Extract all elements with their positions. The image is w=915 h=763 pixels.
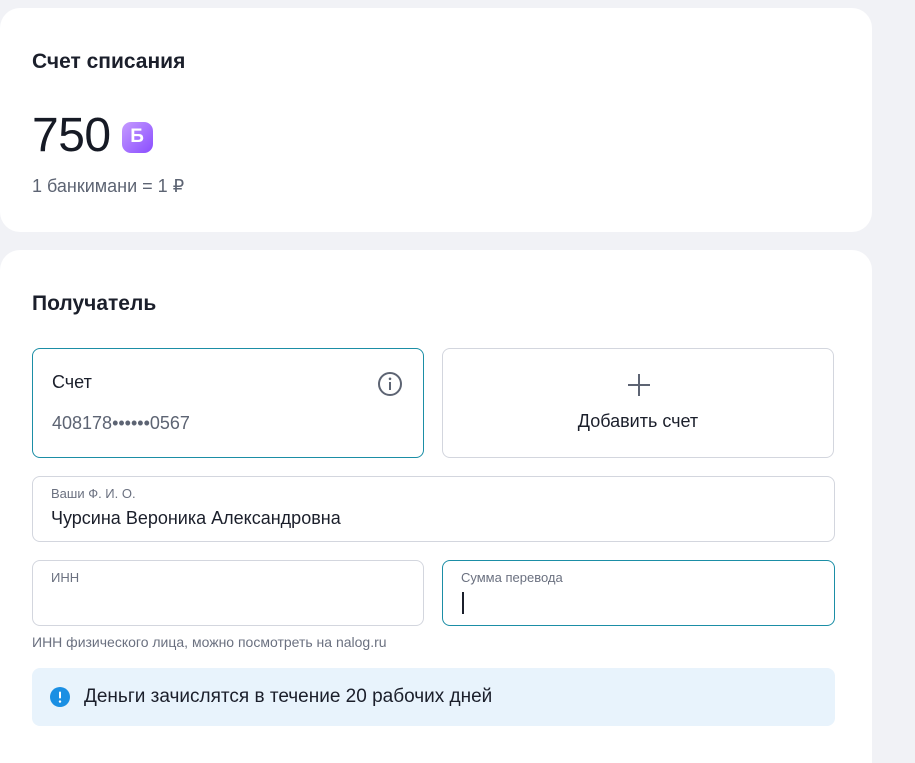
info-icon[interactable] <box>377 371 403 397</box>
selected-account-card[interactable]: Счет 408178••••••0567 <box>32 348 424 458</box>
debit-section-title: Счет списания <box>32 50 186 73</box>
add-account-button[interactable]: Добавить счет <box>442 348 834 458</box>
fio-field-label: Ваши Ф. И. О. <box>51 486 136 501</box>
transfer-amount-label: Сумма перевода <box>461 570 563 585</box>
plus-icon <box>628 374 650 396</box>
inn-field[interactable]: ИНН <box>32 560 424 626</box>
notice-text: Деньги зачислятся в течение 20 рабочих д… <box>84 686 493 707</box>
recipient-card: Получатель Счет 408178••••••0567 Добавит… <box>0 250 872 763</box>
transfer-amount-field[interactable]: Сумма перевода <box>442 560 835 626</box>
info-notice: Деньги зачислятся в течение 20 рабочих д… <box>32 668 835 726</box>
inn-hint: ИНН физического лица, можно посмотреть н… <box>32 634 387 650</box>
coin-symbol: Б <box>130 126 144 147</box>
account-number: 408178••••••0567 <box>52 413 190 433</box>
balance-amount: 750 <box>32 109 111 162</box>
balance-row: 750 Б <box>32 106 153 166</box>
exchange-rate: 1 банкимани = 1 ₽ <box>32 176 185 196</box>
account-label: Счет <box>52 372 92 392</box>
recipient-section-title: Получатель <box>32 292 157 315</box>
inn-field-label: ИНН <box>51 570 80 585</box>
bankimoney-coin-icon: Б <box>121 121 153 153</box>
add-account-label: Добавить счет <box>577 411 699 431</box>
text-cursor <box>462 592 464 614</box>
fio-field[interactable]: Ваши Ф. И. О. Чурсина Вероника Александр… <box>32 476 835 542</box>
fio-field-value[interactable]: Чурсина Вероника Александровна <box>51 508 341 529</box>
exclamation-icon <box>50 687 70 707</box>
debit-account-card: Счет списания 750 Б 1 банкимани = 1 ₽ <box>0 8 872 232</box>
